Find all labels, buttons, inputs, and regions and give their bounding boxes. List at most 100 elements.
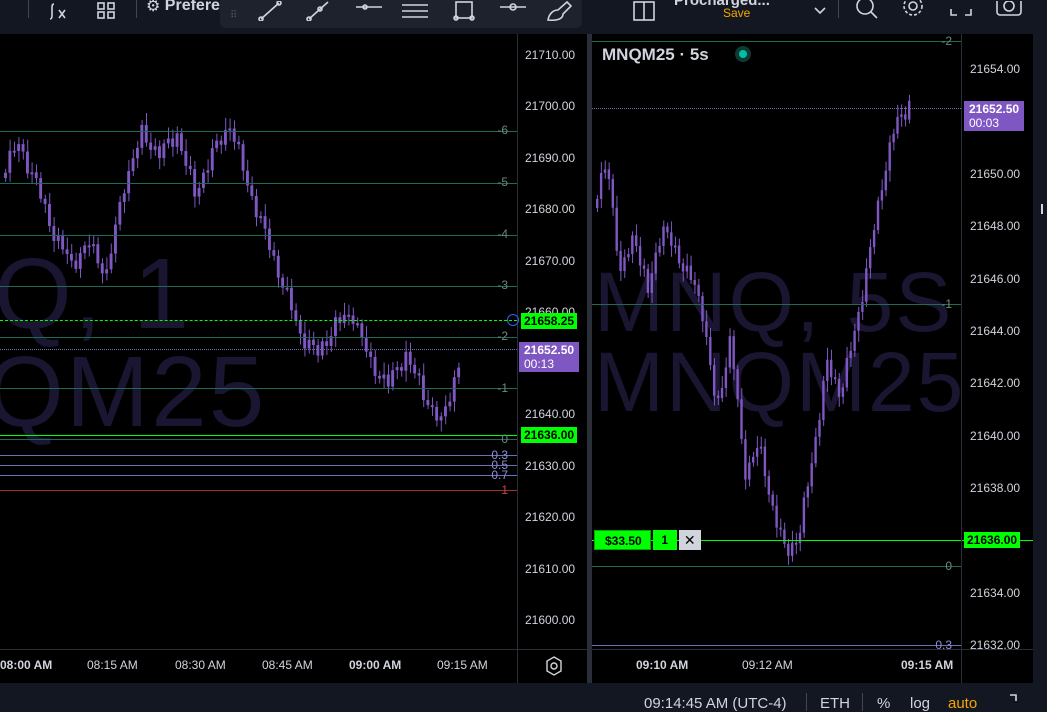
- expand-icon[interactable]: [1006, 691, 1020, 709]
- rectangle-icon[interactable]: [450, 0, 478, 22]
- session-button[interactable]: ETH: [820, 695, 850, 712]
- right-chart-pane[interactable]: MNQ, 5S MNQM25 -2 -1 0 0.3 MNQM25 · 5s $…: [592, 34, 1033, 683]
- toolbar-divider: [862, 693, 863, 711]
- toolbar-divider: [806, 693, 807, 711]
- sidebar-handle-icon[interactable]: [1041, 204, 1047, 214]
- last-price-badge: 21652.50 00:13: [519, 342, 580, 372]
- last-price-badge: 21652.50 00:03: [964, 101, 1025, 131]
- candle: [219, 140, 223, 145]
- candle: [814, 436, 817, 464]
- candle: [728, 336, 731, 368]
- candle: [787, 543, 790, 556]
- candle: [849, 350, 852, 358]
- alert-line[interactable]: [0, 320, 517, 321]
- price-tick: 21620.00: [525, 510, 576, 524]
- position-line[interactable]: [0, 435, 517, 436]
- drag-handle-icon[interactable]: ⠿: [230, 4, 237, 26]
- chevron-down-icon[interactable]: [812, 0, 828, 22]
- candle: [276, 255, 280, 278]
- time-axis-border: [0, 649, 587, 650]
- candle: [444, 406, 447, 417]
- left-chart-pane[interactable]: Q, 1 QM25 -6 -5 -4 -3 -2 -1 0 0.3 0.5 0.…: [0, 34, 587, 683]
- fib-label: -5: [497, 175, 508, 189]
- measure-icon[interactable]: [498, 0, 528, 22]
- auto-toggle[interactable]: auto: [948, 695, 977, 712]
- candle: [65, 249, 69, 255]
- candle: [118, 201, 122, 225]
- time-tick: 08:45 AM: [262, 658, 313, 672]
- time-tick: 09:10 AM: [636, 658, 689, 672]
- candle: [61, 234, 65, 250]
- price-tick: 21646.00: [970, 272, 1021, 286]
- candle: [378, 375, 381, 379]
- parallel-lines-icon[interactable]: [400, 0, 430, 22]
- candle: [716, 395, 720, 399]
- candle: [693, 279, 696, 285]
- price-axis-border: [961, 34, 962, 683]
- bar-countdown: 00:03: [969, 116, 1000, 130]
- percent-toggle[interactable]: %: [877, 695, 890, 712]
- ray-icon[interactable]: [304, 0, 332, 22]
- candle: [763, 446, 767, 477]
- fib-label: -2: [497, 329, 508, 343]
- candle: [391, 370, 395, 387]
- position-qty[interactable]: 1: [652, 530, 677, 550]
- candle: [109, 253, 113, 270]
- candle: [259, 216, 263, 219]
- brush-icon[interactable]: [544, 0, 574, 22]
- trend-line-icon[interactable]: [256, 0, 284, 22]
- candle: [662, 226, 665, 246]
- candle: [869, 247, 872, 269]
- candle: [837, 378, 841, 397]
- close-position-button[interactable]: ✕: [678, 530, 701, 550]
- candle: [650, 273, 653, 293]
- save-button[interactable]: Save: [723, 6, 750, 20]
- candle: [263, 216, 267, 229]
- candle: [171, 138, 175, 147]
- candle: [122, 193, 126, 202]
- gear-icon[interactable]: [900, 0, 926, 22]
- candle: [775, 505, 778, 528]
- alert-handle-icon[interactable]: [507, 314, 519, 326]
- fx-icon[interactable]: [45, 0, 71, 22]
- candle: [833, 377, 837, 380]
- symbol-title[interactable]: MNQM25 · 5s: [602, 45, 709, 65]
- log-toggle[interactable]: log: [910, 695, 930, 712]
- search-icon[interactable]: [854, 0, 880, 22]
- candle: [603, 169, 607, 173]
- candle: [224, 129, 227, 145]
- candle: [408, 351, 412, 365]
- candle: [845, 357, 848, 388]
- price-tick: 21640.00: [525, 407, 576, 421]
- price-tick: 21670.00: [525, 254, 576, 268]
- fullscreen-icon[interactable]: [948, 0, 974, 22]
- candle: [904, 114, 907, 120]
- gear-icon[interactable]: [544, 656, 564, 676]
- candle: [888, 142, 891, 171]
- position-widget[interactable]: $33.50 1 ✕: [594, 530, 701, 550]
- layout-icon[interactable]: [632, 0, 656, 22]
- market-status-icon[interactable]: [735, 46, 751, 62]
- candle: [356, 323, 359, 326]
- candle: [611, 179, 614, 208]
- candle: [268, 228, 271, 251]
- preferences-button[interactable]: ⚙ Prefere: [146, 0, 220, 15]
- price-tick: 21632.00: [970, 638, 1021, 652]
- candle: [78, 253, 82, 269]
- price-tick: 21630.00: [525, 459, 576, 473]
- candle: [713, 365, 716, 396]
- clock[interactable]: 09:14:45 AM (UTC-4): [644, 695, 787, 712]
- fib-line: [0, 455, 517, 456]
- position-pnl[interactable]: $33.50: [594, 530, 651, 550]
- candle: [43, 198, 47, 204]
- position-price-badge: 21636.00: [521, 427, 578, 443]
- horizontal-line-icon[interactable]: [354, 0, 384, 22]
- last-price: 21652.50: [969, 102, 1020, 116]
- camera-icon[interactable]: [994, 0, 1024, 22]
- grid-icon[interactable]: [93, 0, 119, 22]
- candle: [237, 141, 241, 145]
- candle: [272, 250, 276, 256]
- layout-name[interactable]: Procharged...: [674, 0, 770, 9]
- candle: [360, 323, 364, 338]
- candle: [21, 144, 25, 152]
